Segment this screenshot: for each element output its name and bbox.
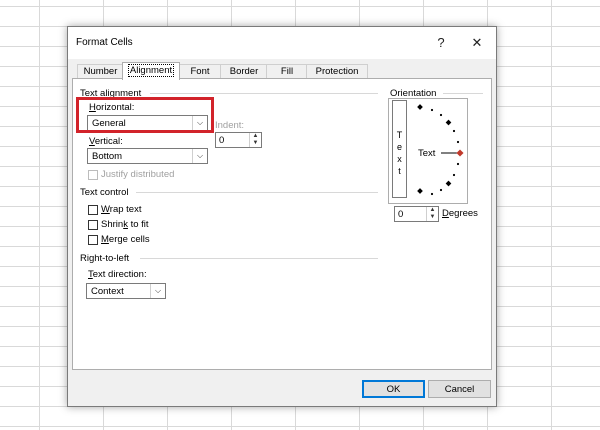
dial-marker-top	[417, 104, 423, 110]
help-button[interactable]: ?	[430, 32, 452, 54]
tab-font[interactable]: Font	[178, 64, 222, 79]
tab-alignment[interactable]: Alignment	[122, 62, 180, 80]
tab-number[interactable]: Number	[77, 64, 124, 79]
wrap-text-checkbox[interactable]	[88, 205, 98, 215]
degrees-label: Degrees	[442, 208, 478, 219]
spin-down-icon: ▼	[252, 140, 259, 146]
tab-border[interactable]: Border	[220, 64, 268, 79]
orientation-separator	[443, 93, 483, 94]
text-control-heading: Text control	[80, 187, 129, 198]
close-button[interactable]: ✕	[466, 32, 488, 54]
shrink-to-fit-checkbox[interactable]	[88, 220, 98, 230]
justify-distributed-checkbox[interactable]	[88, 170, 98, 180]
dial-marker-bottom	[417, 188, 423, 194]
indent-spin-buttons[interactable]: ▲ ▼	[249, 133, 261, 147]
dialog-title: Format Cells	[76, 37, 133, 48]
highlight-annotation	[76, 97, 214, 133]
vertical-text-toggle[interactable]: T e x t	[392, 100, 407, 198]
text-direction-value: Context	[91, 286, 124, 297]
cancel-button[interactable]: Cancel	[428, 380, 491, 398]
merge-cells-label: Merge cells	[101, 234, 150, 245]
shrink-to-fit-label: Shrink to fit	[101, 219, 149, 230]
degrees-spinner[interactable]: 0 ▲ ▼	[394, 206, 439, 222]
dial-current-marker	[456, 149, 464, 157]
justify-distributed-label: Justify distributed	[101, 169, 175, 180]
vertical-label: Vertical:	[89, 136, 123, 147]
text-direction-label: Text direction:	[88, 269, 147, 280]
text-control-separator	[136, 192, 378, 193]
tab-fill[interactable]: Fill	[266, 64, 308, 79]
dialog-titlebar: Format Cells ? ✕	[68, 27, 496, 59]
spin-up-icon: ▲	[429, 207, 436, 213]
ok-button[interactable]: OK	[362, 380, 425, 398]
indent-label: Indent:	[215, 120, 245, 131]
chevron-down-icon: ⌵	[150, 284, 165, 298]
dial-marker-lower	[445, 180, 452, 187]
indent-spinner[interactable]: 0 ▲ ▼	[215, 132, 262, 148]
dial-text-label: Text	[418, 148, 436, 159]
degrees-spin-buttons[interactable]: ▲ ▼	[426, 207, 438, 221]
spin-down-icon: ▼	[429, 214, 436, 220]
vertical-value: Bottom	[92, 151, 123, 162]
merge-cells-checkbox[interactable]	[88, 235, 98, 245]
right-to-left-heading: Right-to-left	[80, 253, 130, 264]
text-alignment-separator	[150, 93, 378, 94]
wrap-text-label: Wrap text	[101, 204, 142, 215]
chevron-down-icon: ⌵	[192, 149, 207, 163]
right-to-left-separator	[140, 258, 378, 259]
tab-protection[interactable]: Protection	[306, 64, 368, 79]
dial-marker-upper	[445, 119, 452, 126]
spin-up-icon: ▲	[252, 133, 259, 139]
text-direction-select[interactable]: Context ⌵	[86, 283, 166, 299]
vertical-select[interactable]: Bottom ⌵	[87, 148, 208, 164]
